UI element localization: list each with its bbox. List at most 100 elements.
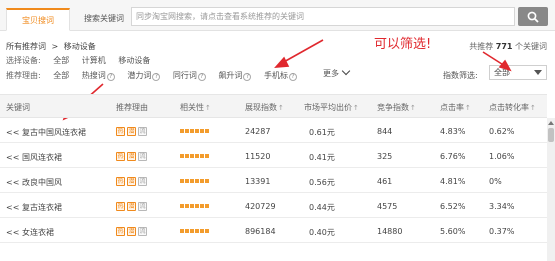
tab-search-keywords[interactable]: 搜索关键词 [74,8,134,31]
help-icon[interactable]: ? [197,73,206,81]
table-row[interactable]: << 国风连衣裙 热潜流 11520 0.41元 325 6.76% 1.06% [0,143,547,168]
cvr-cell: 0% [489,177,502,186]
keyword-cell[interactable]: << 复古连衣裙 [6,202,62,213]
reason-option-peer-label: 同行词 [172,71,197,80]
keyword-cell[interactable]: << 国风连衣裙 [6,152,62,163]
competition-cell: 325 [377,152,393,161]
more-filters-label: 更多 [323,69,339,78]
keyword-cell[interactable]: << 复古中国风连衣裙 [6,127,86,138]
reason-option-peer[interactable]: 同行词? [173,70,206,81]
sort-arrow-icon: ↑ [410,104,416,112]
avg-bid-cell: 0.61元 [309,128,335,137]
column-header-impressions[interactable]: 展现指数↑ [245,102,284,113]
breadcrumb-separator: > [51,42,59,51]
table-row[interactable]: << 改良中国风 热潜流 13391 0.56元 461 4.81% 0% [0,168,547,193]
potential-tag-icon: 潜 [127,202,136,211]
breadcrumb-root[interactable]: 所有推荐词 [6,42,46,51]
add-keyword-icon[interactable]: << [6,153,19,162]
device-option-mobile[interactable]: 移动设备 [118,55,150,66]
reason-filter: 推荐理由: 全部 热搜词? 潜力词? 同行词? 飙升词? 手机标? [6,70,297,81]
keyword-text: 改良中国风 [21,178,62,187]
impressions-cell: 13391 [245,177,271,186]
total-count: 共推荐 771 个关键词 [469,41,547,52]
column-header-competition-label: 竞争指数 [377,103,409,112]
column-header-ctr[interactable]: 点击率↑ [440,102,471,113]
avg-bid-cell: 0.56元 [309,178,335,187]
avg-bid-cell: 0.44元 [309,203,335,212]
impressions-cell: 11520 [245,152,271,161]
chevron-down-icon [341,66,351,76]
arrow-head-reason [274,56,290,68]
help-icon[interactable]: ? [106,73,115,81]
avg-bid-cell: 0.40元 [309,228,335,237]
hot-tag-icon: 热 [116,202,125,211]
index-filter-select[interactable]: 全部 [489,65,547,80]
competition-cell: 461 [377,177,393,186]
ctr-cell: 6.52% [440,202,466,211]
search-input[interactable]: 同步淘宝网搜索，请点击查看系统推荐的关键词 [131,7,515,26]
keyword-cell[interactable]: << 女连衣裙 [6,227,54,238]
ctr-cell: 4.83% [440,127,466,136]
column-header-avg-bid[interactable]: 市场平均出价↑ [304,102,359,113]
column-header-ctr-label: 点击率 [440,103,464,112]
reason-option-hot-label: 热搜词 [81,71,106,80]
add-keyword-icon[interactable]: << [6,128,19,137]
table-row[interactable]: << 复古连衣裙 热潜流 420729 0.44元 4575 6.52% 3.3… [0,193,547,218]
help-icon[interactable]: ? [152,73,161,81]
dropdown-arrow-icon [534,70,542,75]
table-scrollbar[interactable] [547,118,555,261]
column-header-relevance[interactable]: 相关性↑ [180,102,211,113]
device-option-computer[interactable]: 计算机 [82,55,106,66]
scrollbar-thumb[interactable] [548,128,554,142]
add-keyword-icon[interactable]: << [6,178,19,187]
reason-option-hot[interactable]: 热搜词? [82,70,115,81]
reason-option-rising-label: 飙升词 [218,71,243,80]
tab-item-search-words[interactable]: 宝贝搜词 [6,8,70,31]
relevance-bar [180,229,210,233]
reason-option-potential-label: 潜力词 [127,71,152,80]
relevance-bar [180,129,210,133]
cvr-cell: 0.62% [489,127,515,136]
traffic-tag-icon: 流 [138,127,147,136]
table-row[interactable]: << 复古中国风连衣裙 热潜流 24287 0.61元 844 4.83% 0.… [0,118,547,143]
reason-option-mobile[interactable]: 手机标? [264,70,297,81]
search-button[interactable] [518,7,548,26]
add-keyword-icon[interactable]: << [6,203,19,212]
reason-tags: 热潜流 [116,226,149,236]
ctr-cell: 6.76% [440,152,466,161]
arrow-to-reason-filter [281,39,324,64]
table-header: 关键词 推荐理由 相关性↑ 展现指数↑ 市场平均出价↑ 竞争指数↑ 点击率↑ 点… [0,94,547,118]
reason-option-all[interactable]: 全部 [53,70,69,81]
keyword-cell[interactable]: << 改良中国风 [6,177,62,188]
device-option-all[interactable]: 全部 [53,55,69,66]
reason-option-potential[interactable]: 潜力词? [127,70,161,81]
hot-tag-icon: 热 [116,177,125,186]
more-filters-button[interactable]: 更多 [323,66,351,79]
reason-filter-label: 推荐理由: [6,71,41,80]
hot-tag-icon: 热 [116,227,125,236]
column-header-cvr[interactable]: 点击转化率↑ [489,102,536,113]
device-filter-label: 选择设备: [6,56,41,65]
reason-option-mobile-label: 手机标 [263,71,288,80]
total-suffix: 个关键词 [515,42,547,51]
column-header-relevance-label: 相关性 [180,103,204,112]
reason-tags: 热潜流 [116,201,149,211]
keyword-text: 复古连衣裙 [21,203,62,212]
reason-option-rising[interactable]: 飙升词? [218,70,252,81]
table-row[interactable]: << 女连衣裙 热潜流 896184 0.40元 14880 5.60% 0.3… [0,218,547,243]
potential-tag-icon: 潜 [127,177,136,186]
add-keyword-icon[interactable]: << [6,228,19,237]
impressions-cell: 420729 [245,202,276,211]
reason-tags: 热潜流 [116,151,149,161]
competition-cell: 14880 [377,227,403,236]
scroll-up-icon[interactable] [548,121,554,125]
sort-arrow-icon: ↑ [465,104,471,112]
help-icon[interactable]: ? [288,73,297,81]
help-icon[interactable]: ? [243,73,252,81]
search-icon [527,11,539,23]
potential-tag-icon: 潜 [127,227,136,236]
column-header-competition[interactable]: 竞争指数↑ [377,102,416,113]
sort-arrow-icon: ↑ [353,104,359,112]
cvr-cell: 3.34% [489,202,515,211]
relevance-bar [180,154,210,158]
